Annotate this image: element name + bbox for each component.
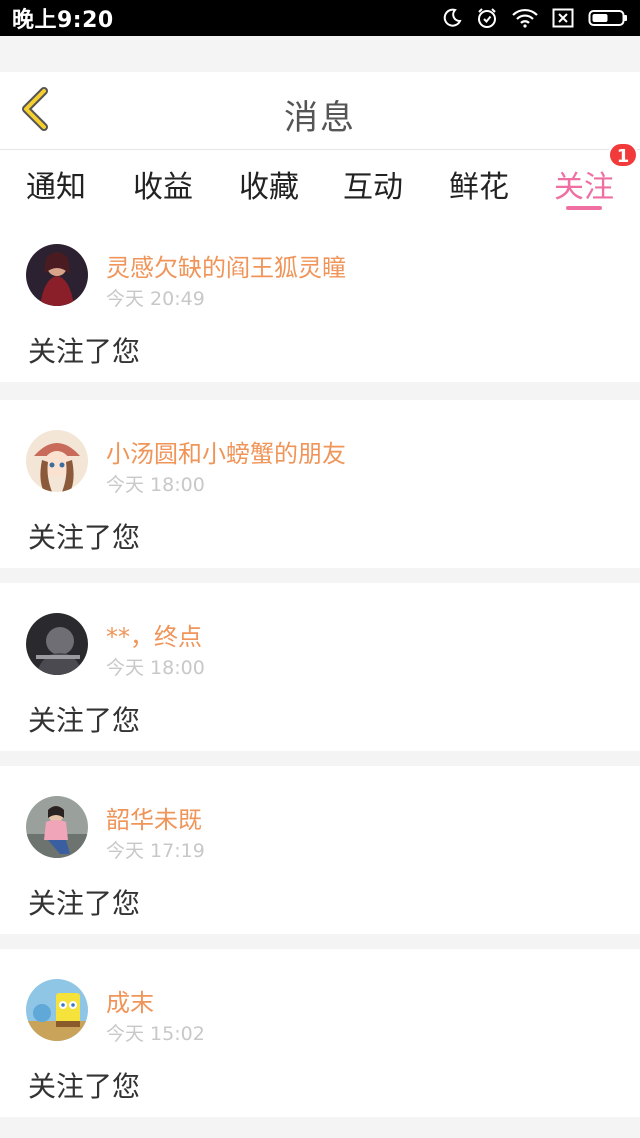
timestamp: 今天 20:49 [106,288,205,310]
username[interactable]: **，终点 [106,617,202,652]
battery-icon [588,8,628,28]
list-item[interactable]: 灵感欠缺的阎王狐灵瞳 今天 20:49 关注了您 [0,214,640,382]
message-text: 关注了您 [28,1070,141,1103]
status-time: 晚上9:20 [12,8,114,33]
list-item[interactable]: 小汤圆和小螃蟹的朋友 今天 18:00 关注了您 [0,400,640,568]
tab-bar: 通知 收益 收藏 互动 鲜花 关注 [0,150,640,214]
tab-favorites[interactable]: 收藏 [239,162,299,206]
tab-flowers[interactable]: 鲜花 [449,162,509,206]
username[interactable]: 韶华未既 [106,800,202,835]
status-icons [442,7,628,29]
tab-interactions[interactable]: 互动 [343,162,403,206]
alarm-icon [476,7,498,29]
tab-earnings[interactable]: 收益 [133,162,193,206]
timestamp: 今天 17:19 [106,840,205,862]
sim-off-icon [552,8,574,28]
tab-follows-badge: 1 [608,142,638,168]
username[interactable]: 成末 [106,983,154,1018]
active-tab-indicator [566,206,602,210]
username[interactable]: 灵感欠缺的阎王狐灵瞳 [106,248,346,283]
avatar[interactable] [26,979,88,1041]
tab-follows[interactable]: 关注 [554,162,614,206]
avatar[interactable] [26,796,88,858]
avatar[interactable] [26,244,88,306]
message-text: 关注了您 [28,521,141,554]
message-text: 关注了您 [28,887,141,920]
avatar[interactable] [26,430,88,492]
list-item[interactable]: 成末 今天 15:02 关注了您 [0,949,640,1117]
wifi-icon [512,8,538,28]
avatar[interactable] [26,613,88,675]
timestamp: 今天 15:02 [106,1023,205,1045]
timestamp: 今天 18:00 [106,657,205,679]
status-bar: 晚上9:20 [0,0,640,36]
timestamp: 今天 18:00 [106,474,205,496]
list-item[interactable]: 韶华未既 今天 17:19 关注了您 [0,766,640,934]
list-item[interactable]: **，终点 今天 18:00 关注了您 [0,583,640,751]
message-text: 关注了您 [28,335,141,368]
tab-notifications[interactable]: 通知 [26,162,86,206]
moon-icon [442,8,462,28]
top-spacer [0,36,640,72]
header: 消息 [0,72,640,150]
username[interactable]: 小汤圆和小螃蟹的朋友 [106,434,346,469]
page-title: 消息 [284,98,356,138]
message-text: 关注了您 [28,704,141,737]
